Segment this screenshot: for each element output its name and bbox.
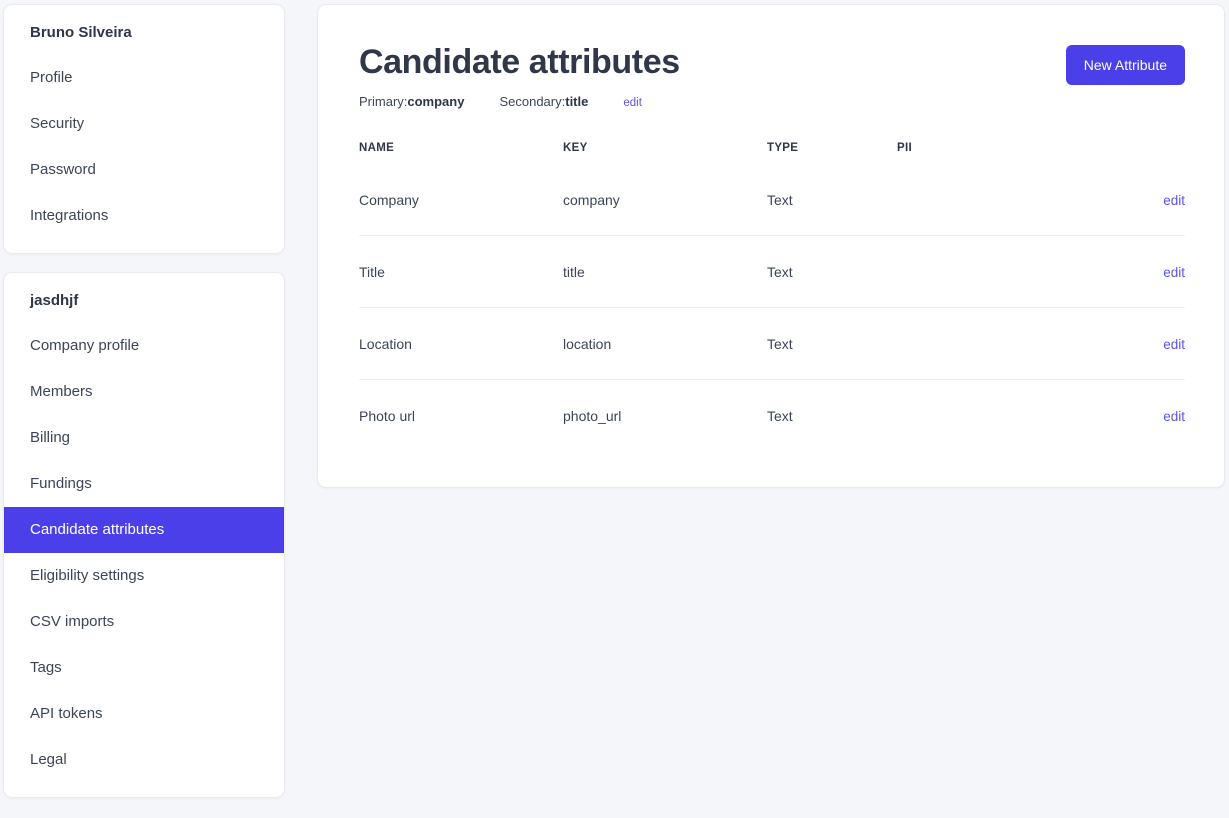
- table-row: Photo url photo_url Text edit: [359, 380, 1185, 452]
- cell-name: Location: [359, 307, 563, 380]
- cell-key: company: [563, 164, 767, 236]
- header-left: Candidate attributes Primary:company Sec…: [359, 41, 680, 112]
- table-header-row: NAME KEY TYPE PII: [359, 142, 1185, 164]
- attribute-meta: Primary:company Secondary:title edit: [359, 93, 680, 112]
- table-row: Title title Text edit: [359, 235, 1185, 308]
- column-header-actions: [1057, 142, 1185, 164]
- cell-actions: edit: [1057, 164, 1185, 236]
- secondary-value: title: [565, 94, 589, 109]
- sidebar-item-members[interactable]: Members: [4, 369, 284, 415]
- sidebar-item-eligibility-settings[interactable]: Eligibility settings: [4, 553, 284, 599]
- table-row: Company company Text edit: [359, 164, 1185, 236]
- primary-attribute: Primary:company: [359, 93, 464, 111]
- sidebar-item-company-profile[interactable]: Company profile: [4, 323, 284, 369]
- settings-page: Bruno Silveira Profile Security Password Int…: [0, 0, 1229, 818]
- cell-pii: [897, 164, 1057, 236]
- column-header-pii: PII: [897, 142, 912, 154]
- cell-name: Title: [359, 235, 563, 308]
- edit-attribute-link[interactable]: edit: [1163, 265, 1185, 280]
- cell-type: Text: [767, 307, 897, 380]
- sidebar-item-csv-imports[interactable]: CSV imports: [4, 599, 284, 645]
- cell-type: Text: [767, 235, 897, 308]
- cell-key: photo_url: [563, 408, 622, 424]
- sidebar-item-integrations[interactable]: Integrations: [4, 193, 284, 239]
- edit-attribute-link[interactable]: edit: [1163, 337, 1185, 352]
- candidate-attributes-card: Candidate attributes Primary:company Sec…: [317, 4, 1225, 488]
- sidebar-item-security[interactable]: Security: [4, 101, 284, 147]
- cell-actions: edit: [1057, 235, 1185, 308]
- sidebar-item-billing[interactable]: Billing: [4, 415, 284, 461]
- table-header: NAME KEY TYPE PII: [359, 142, 1185, 164]
- primary-value: company: [407, 94, 465, 109]
- new-attribute-button[interactable]: New Attribute: [1065, 45, 1185, 85]
- table-row: Location location Text edit: [359, 307, 1185, 380]
- sidebar-item-tags[interactable]: Tags: [4, 645, 284, 691]
- edit-attribute-link[interactable]: edit: [1163, 409, 1185, 424]
- cell-type: Text: [767, 164, 897, 236]
- edit-attribute-link[interactable]: edit: [1163, 193, 1185, 208]
- sidebar-card-1: jasdhjf Company profile Members Billing Fund…: [3, 272, 285, 798]
- primary-label: Primary:: [359, 94, 408, 109]
- sidebar-card-title: jasdhjf: [30, 292, 79, 309]
- cell-actions: edit: [1057, 380, 1185, 452]
- cell-type: Text: [767, 408, 793, 424]
- sidebar-item-candidate-attributes[interactable]: Candidate attributes: [4, 507, 284, 553]
- sidebar: Bruno Silveira Profile Security Password Int…: [3, 4, 285, 798]
- cell-name: Photo url: [359, 408, 416, 424]
- secondary-attribute: Secondary:title: [499, 93, 588, 111]
- cell-actions: edit: [1057, 307, 1185, 380]
- sidebar-item-password[interactable]: Password: [4, 147, 284, 193]
- table-body: Company company Text edit Title title Text edit…: [359, 164, 1185, 451]
- sidebar-card-title: Bruno Silveira: [30, 24, 132, 41]
- sidebar-item-legal[interactable]: Legal: [4, 737, 284, 783]
- sidebar-item-profile[interactable]: Profile: [4, 55, 284, 101]
- column-header-key: KEY: [563, 142, 588, 154]
- card-header: Candidate attributes Primary:company Sec…: [359, 41, 1185, 112]
- column-header-name: NAME: [359, 142, 395, 154]
- page-title: Candidate attributes: [359, 43, 680, 81]
- cell-key: title: [563, 235, 767, 308]
- column-header-type: TYPE: [767, 142, 799, 154]
- sidebar-item-api-tokens[interactable]: API tokens: [4, 691, 284, 737]
- edit-primary-secondary-link[interactable]: edit: [623, 94, 642, 112]
- cell-key: location: [563, 307, 767, 380]
- cell-pii: [897, 235, 1057, 308]
- cell-pii: [897, 380, 1057, 452]
- cell-pii: [897, 307, 1057, 380]
- sidebar-card-0: Bruno Silveira Profile Security Password Int…: [3, 4, 285, 254]
- cell-name: Company: [359, 164, 563, 236]
- attributes-table: NAME KEY TYPE PII Company company Text edit Tit…: [359, 142, 1185, 451]
- sidebar-item-fundings[interactable]: Fundings: [4, 461, 284, 507]
- secondary-label: Secondary:: [499, 94, 566, 109]
